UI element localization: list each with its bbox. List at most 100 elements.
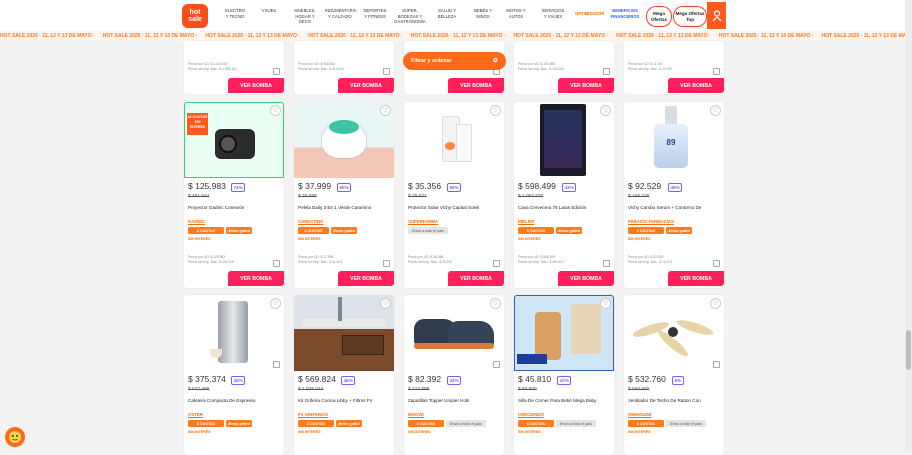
ver-bomba-button[interactable]: VER BOMBA	[228, 78, 284, 93]
nav-super[interactable]: SUPER, BODEGAS Y GASTRONOMÍA	[394, 8, 426, 25]
store-link[interactable]: MOOVE	[408, 412, 424, 417]
unit-price-lines: Precio por UD: $ 125.983 Precio sin Imp.…	[188, 255, 234, 264]
product-name[interactable]: Cafetera Compacta De Espresso	[188, 398, 255, 403]
nav-servicios[interactable]: SERVICIOS Y VIAJES	[540, 8, 566, 19]
product-name[interactable]: Proyector Gadnic Conexión	[188, 205, 244, 210]
ver-bomba-button[interactable]: VER BOMBA	[448, 271, 504, 286]
product-name[interactable]: Cava Cervecera 78 Latas Edición	[518, 205, 586, 210]
ver-bomba-button[interactable]: VER BOMBA	[558, 271, 614, 286]
chatbot-button[interactable]	[5, 427, 25, 447]
product-card[interactable]: ♡ $ 598.499 43% $ 1.057.670 Cava Cervece…	[514, 102, 614, 288]
compare-checkbox[interactable]	[603, 260, 610, 267]
compare-checkbox[interactable]	[713, 260, 720, 267]
favorite-icon[interactable]: ♡	[490, 105, 501, 116]
compare-checkbox[interactable]	[713, 68, 720, 75]
store-link[interactable]: GADNIC	[188, 219, 205, 224]
product-image[interactable]: 24 CUOTAS SIN INTERÉS	[184, 102, 284, 178]
product-card[interactable]: ♡ $ 569.824 45% $ 1.036.044 Kit Grifería…	[294, 295, 394, 455]
favorite-icon[interactable]: ♡	[600, 105, 611, 116]
store-link[interactable]: CARESTINO	[298, 219, 323, 224]
nav-motos[interactable]: MOTOS Y AUTOS	[505, 8, 527, 19]
product-card[interactable]: Precio por UD: $ 1.119.067 Precio sin Im…	[184, 41, 284, 94]
compare-checkbox[interactable]	[383, 260, 390, 267]
cuotas-tag: 6 CUOTAS	[518, 227, 554, 234]
product-image[interactable]	[624, 295, 724, 371]
nav-muebles[interactable]: MUEBLES, HOGAR Y DECO	[290, 8, 320, 25]
ver-bomba-button[interactable]: VER BOMBA	[448, 78, 504, 93]
hot-sale-logo[interactable]: hot sale	[182, 4, 208, 28]
favorite-icon[interactable]: ♡	[600, 298, 611, 309]
product-name[interactable]: Protector Solar Vichy Capital Soleil	[408, 205, 479, 210]
favorite-icon[interactable]: ♡	[490, 298, 501, 309]
product-card[interactable]: Precio por UD: $ 11.547 Precio sin Imp. …	[624, 41, 724, 94]
product-card[interactable]: ♡ $ 532.760 5% $ 560.800 Ventilador De T…	[624, 295, 724, 455]
product-name[interactable]: Pelela Daily 3 En 1 Verde Caramino	[298, 205, 371, 210]
store-link[interactable]: INELRO	[518, 219, 534, 224]
compare-checkbox[interactable]	[493, 361, 500, 368]
favorite-icon[interactable]: ♡	[270, 298, 281, 309]
product-card[interactable]: ♡ $ 37.999 50% $ 76.099 Pelela Daily 3 E…	[294, 102, 394, 288]
compare-checkbox[interactable]	[273, 361, 280, 368]
store-link[interactable]: CRECIENDO	[518, 412, 544, 417]
product-card[interactable]: ♡ $ 82.392 34% $ 123.899 Zapatillas Topp…	[404, 295, 504, 455]
product-image[interactable]	[184, 295, 284, 371]
mega-ofertas-button[interactable]: Mega Ofertas	[646, 6, 672, 27]
ver-bomba-button[interactable]: VER BOMBA	[668, 271, 724, 286]
favorite-icon[interactable]: ♡	[710, 105, 721, 116]
ver-bomba-button[interactable]: VER BOMBA	[338, 78, 394, 93]
product-name[interactable]: Silla De Comer Para Bebé Mega Baby	[518, 398, 596, 403]
product-card[interactable]: ♡ $ 35.356 55% $ 78.571 Protector Solar …	[404, 102, 504, 288]
nav-salud[interactable]: SALUD Y BELLEZA	[436, 8, 458, 19]
nav-bebes[interactable]: BEBÉS Y NIÑOS	[473, 8, 493, 19]
store-link[interactable]: PARAISO FARMACIAS	[628, 219, 674, 224]
product-card[interactable]: ♡ $ 45.810 10% $ 50.900 Silla De Comer P…	[514, 295, 614, 455]
product-image[interactable]	[514, 295, 614, 371]
user-account-button[interactable]	[707, 2, 726, 29]
favorite-icon[interactable]: ♡	[380, 298, 391, 309]
product-image[interactable]	[514, 102, 614, 178]
favorite-icon[interactable]: ♡	[380, 105, 391, 116]
compare-checkbox[interactable]	[383, 68, 390, 75]
page-scrollbar[interactable]	[905, 0, 912, 451]
nav-optimizador[interactable]: OPTIMIZADOR	[575, 11, 601, 17]
compare-checkbox[interactable]	[493, 260, 500, 267]
product-name[interactable]: Vichy Combo Serum + Contorno De	[628, 205, 701, 210]
product-image[interactable]	[404, 295, 504, 371]
compare-checkbox[interactable]	[273, 68, 280, 75]
product-card[interactable]: 89 ♡ $ 92.529 45% $ 168.236 Vichy Combo …	[624, 102, 724, 288]
product-image[interactable]	[294, 102, 394, 178]
ver-bomba-button[interactable]: VER BOMBA	[228, 271, 284, 286]
store-link[interactable]: WINHOUSE	[628, 412, 652, 417]
compare-checkbox[interactable]	[273, 260, 280, 267]
compare-checkbox[interactable]	[713, 361, 720, 368]
compare-checkbox[interactable]	[603, 68, 610, 75]
product-card[interactable]: Precio por UD: $ 153.666 Precio sin Imp.…	[514, 41, 614, 94]
ver-bomba-button[interactable]: VER BOMBA	[338, 271, 394, 286]
filter-sort-button[interactable]: Filtrar y ordenar ⚙	[403, 52, 506, 70]
old-price: $ 168.236	[628, 194, 649, 199]
store-link[interactable]: OSTER	[188, 412, 203, 417]
nav-viajes[interactable]: VIAJES	[260, 8, 278, 14]
ver-bomba-button[interactable]: VER BOMBA	[668, 78, 724, 93]
mega-ofertas-top-button[interactable]: Mega Ofertas Top	[673, 6, 707, 27]
scrollbar-thumb[interactable]	[906, 330, 911, 370]
nav-beneficios[interactable]: BENEFICIOS FINANCIEROS	[610, 8, 640, 19]
product-name[interactable]: Zapatillas Topper Umpier Kotk	[408, 398, 469, 403]
store-link[interactable]: FV GRIFERIAS	[298, 412, 328, 417]
product-name[interactable]: Kit Grifería Cocina Libby + Filtros FV	[298, 398, 373, 403]
product-card[interactable]: ♡ $ 375.374 35% $ 577.499 Cafetera Compa…	[184, 295, 284, 455]
nav-indumentaria[interactable]: INDUMENTARIA Y CALZADO	[325, 8, 355, 19]
product-image[interactable]	[294, 295, 394, 371]
product-card[interactable]: 24 CUOTAS SIN INTERÉS ♡ $ 125.983 74% $ …	[184, 102, 284, 288]
store-link[interactable]: SUPERFARMA	[408, 219, 438, 224]
product-name[interactable]: Ventilador De Techo De Ratton Con	[628, 398, 701, 403]
nav-electro[interactable]: ELECTRO Y TECNO	[224, 8, 246, 19]
ver-bomba-button[interactable]: VER BOMBA	[558, 78, 614, 93]
discount-badge: 35%	[231, 376, 245, 385]
product-card[interactable]: Precio por UD: $ 948.462 Precio sin Imp.…	[294, 41, 394, 94]
product-image[interactable]: 89	[624, 102, 724, 178]
nav-deportes[interactable]: DEPORTES Y FITNESS	[362, 8, 388, 19]
favorite-icon[interactable]: ♡	[270, 105, 281, 116]
favorite-icon[interactable]: ♡	[710, 298, 721, 309]
product-image[interactable]	[404, 102, 504, 178]
